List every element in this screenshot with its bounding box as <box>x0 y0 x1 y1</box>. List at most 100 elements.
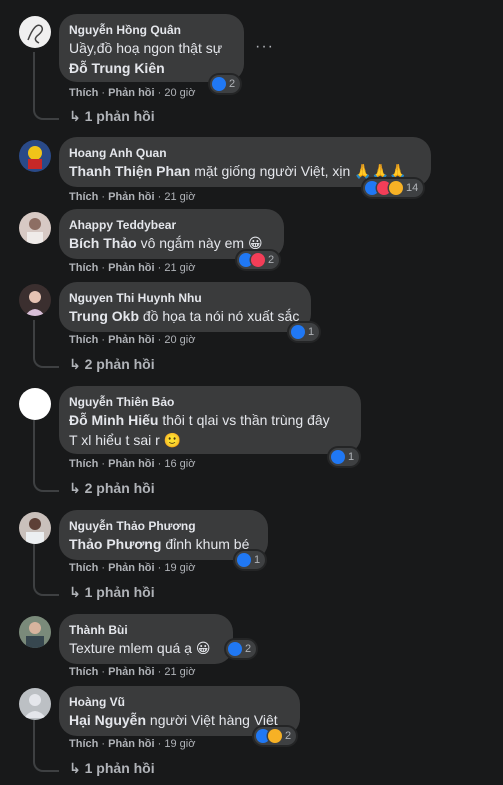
reaction-summary[interactable]: 2 <box>210 75 241 93</box>
default-avatar-icon <box>24 694 46 718</box>
mention-link[interactable]: Đỗ Minh Hiếu <box>69 412 158 428</box>
character-avatar-icon <box>28 146 42 169</box>
reaction-summary[interactable]: 2 <box>254 727 297 745</box>
reply-action[interactable]: Phản hồi <box>108 562 154 574</box>
avatar[interactable] <box>19 140 51 172</box>
like-action[interactable]: Thích <box>69 334 98 346</box>
like-action[interactable]: Thích <box>69 738 98 750</box>
reaction-count: 14 <box>406 182 419 194</box>
mention-link[interactable]: Đỗ Trung Kiên <box>69 58 232 78</box>
mention-link[interactable]: Thảo Phương <box>69 536 161 552</box>
like-action[interactable]: Thích <box>69 262 98 274</box>
comment-meta: Thích · Phản hồi · 21 giờ <box>69 666 196 678</box>
like-action[interactable]: Thích <box>69 191 98 203</box>
reaction-summary[interactable]: 2 <box>237 251 280 269</box>
replies-count: 2 phản hồi <box>84 480 155 496</box>
sketch-avatar-icon <box>27 24 44 44</box>
comment-bubble: Nguyen Thi Huynh Nhu Trung Okb đồ họa ta… <box>59 282 311 332</box>
more-options-icon[interactable]: ··· <box>255 38 274 56</box>
avatar[interactable] <box>19 616 51 648</box>
replies-count: 1 phản hồi <box>84 584 155 600</box>
reaction-count: 2 <box>229 78 236 90</box>
comment-meta: Thích · Phản hồi · 21 giờ <box>69 191 196 203</box>
reply-arrow-icon: ↳ <box>69 356 85 372</box>
comment-bubble: Nguyễn Thiên Bảo Đỗ Minh Hiếu thôi t qla… <box>59 386 361 454</box>
view-replies-link[interactable]: ↳ 2 phản hồi <box>69 356 155 373</box>
comment-text: Texture mlem quá ạ 😀 <box>69 640 211 656</box>
avatar[interactable] <box>19 512 51 544</box>
avatar[interactable] <box>19 388 51 420</box>
reply-thread-line <box>33 544 59 596</box>
comment-body: đồ họa ta nói nó xuất sắc <box>142 308 300 324</box>
view-replies-link[interactable]: ↳ 1 phản hồi <box>69 108 155 125</box>
like-icon <box>212 77 226 91</box>
reply-arrow-icon: ↳ <box>69 584 85 600</box>
like-action[interactable]: Thích <box>69 87 98 99</box>
haha-icon <box>389 181 403 195</box>
reply-thread-line <box>33 720 59 772</box>
like-icon <box>331 450 345 464</box>
reply-action[interactable]: Phản hồi <box>108 666 154 678</box>
comment-meta: Thích · Phản hồi · 19 giờ <box>69 562 196 574</box>
like-icon <box>237 553 251 567</box>
comment-time: 20 giờ <box>164 87 196 99</box>
replies-count: 1 phản hồi <box>84 108 155 124</box>
comment-text: Trung Okb đồ họa ta nói nó xuất sắc <box>69 306 299 326</box>
comment-meta: Thích · Phản hồi · 19 giờ <box>69 738 196 750</box>
reaction-count: 2 <box>245 643 252 655</box>
like-action[interactable]: Thích <box>69 458 98 470</box>
reply-action[interactable]: Phản hồi <box>108 458 154 470</box>
comment-author[interactable]: Nguyễn Hồng Quân <box>69 22 232 38</box>
reaction-summary[interactable]: 14 <box>363 179 424 197</box>
reaction-summary[interactable]: 1 <box>235 551 266 569</box>
comment-body: vô ngắm này em 😀 <box>140 235 263 251</box>
comment-time: 21 giờ <box>164 666 196 678</box>
comment-time: 20 giờ <box>164 334 196 346</box>
reaction-count: 1 <box>348 451 355 463</box>
reply-action[interactable]: Phản hồi <box>108 87 154 99</box>
comment-body: thôi t qlai vs thần trùng đây <box>162 412 330 428</box>
comment-body: đỉnh khum bé <box>165 536 250 552</box>
mention-link[interactable]: Hại Nguyễn <box>69 712 146 728</box>
comment-meta: Thích · Phản hồi · 21 giờ <box>69 262 196 274</box>
avatar[interactable] <box>19 284 51 316</box>
reaction-count: 1 <box>254 554 261 566</box>
comment-author[interactable]: Ahappy Teddybear <box>69 217 272 233</box>
comment-time: 21 giờ <box>164 262 196 274</box>
reaction-count: 2 <box>285 730 292 742</box>
like-action[interactable]: Thích <box>69 666 98 678</box>
comment-time: 19 giờ <box>164 738 196 750</box>
reaction-summary[interactable]: 1 <box>329 448 360 466</box>
haha-icon <box>268 729 282 743</box>
reply-arrow-icon: ↳ <box>69 760 85 776</box>
reply-action[interactable]: Phản hồi <box>108 191 154 203</box>
avatar[interactable] <box>19 688 51 720</box>
reply-action[interactable]: Phản hồi <box>108 738 154 750</box>
photo-avatar-icon <box>25 291 45 316</box>
mention-link[interactable]: Bích Thảo <box>69 235 137 251</box>
comment-text: Thảo Phương đỉnh khum bé <box>69 534 256 554</box>
comment-body: người Việt hàng Việt <box>149 712 278 728</box>
view-replies-link[interactable]: ↳ 1 phản hồi <box>69 760 155 777</box>
reply-action[interactable]: Phản hồi <box>108 262 154 274</box>
reaction-count: 2 <box>268 254 275 266</box>
reply-action[interactable]: Phản hồi <box>108 334 154 346</box>
view-replies-link[interactable]: ↳ 1 phản hồi <box>69 584 155 601</box>
mention-link[interactable]: Thanh Thiện Phan <box>69 163 190 179</box>
view-replies-link[interactable]: ↳ 2 phản hồi <box>69 480 155 497</box>
comment-meta: Thích · Phản hồi · 16 giờ <box>69 458 196 470</box>
comment-author[interactable]: Nguyen Thi Huynh Nhu <box>69 290 299 306</box>
avatar[interactable] <box>19 212 51 244</box>
reaction-summary[interactable]: 2 <box>226 640 257 658</box>
reaction-summary[interactable]: 1 <box>289 323 320 341</box>
reply-arrow-icon: ↳ <box>69 480 85 496</box>
comment-author[interactable]: Nguyễn Thiên Bảo <box>69 394 349 410</box>
comment-author[interactable]: Hoang Anh Quan <box>69 145 419 161</box>
avatar[interactable] <box>19 16 51 48</box>
comment-author[interactable]: Nguyễn Thảo Phương <box>69 518 256 534</box>
like-action[interactable]: Thích <box>69 562 98 574</box>
mention-link[interactable]: Trung Okb <box>69 308 139 324</box>
comment-author[interactable]: Hoàng Vũ <box>69 694 288 710</box>
comment-bubble: Nguyễn Hồng Quân Uầy,đồ hoạ ngon thật sự… <box>59 14 244 82</box>
comment-author[interactable]: Thành Bùi <box>69 622 221 638</box>
